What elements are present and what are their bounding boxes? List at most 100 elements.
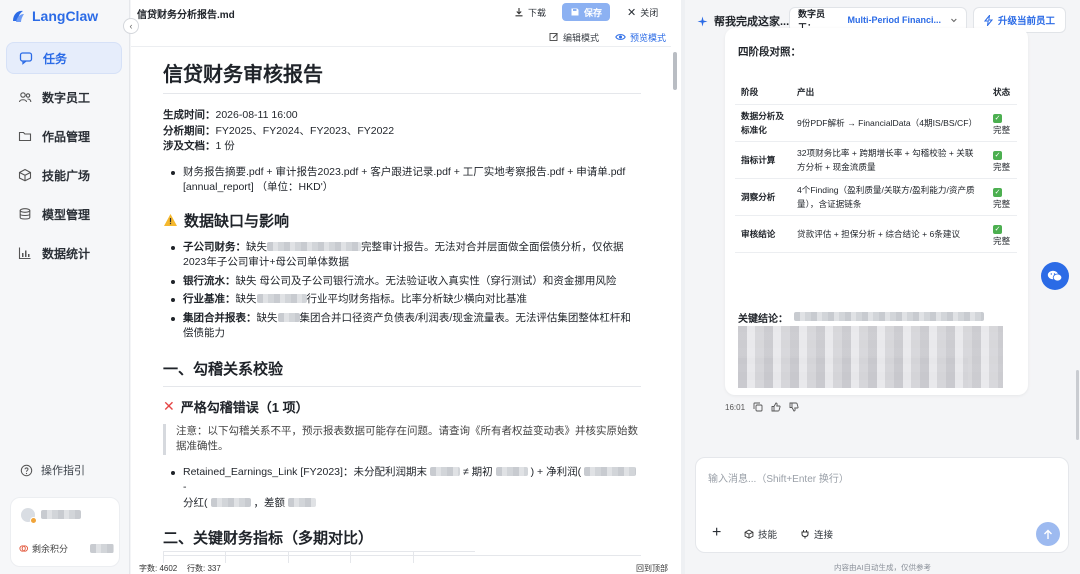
status-cell: ✓完整 bbox=[987, 178, 1017, 216]
sidebar-item-models[interactable]: 模型管理 bbox=[6, 198, 122, 230]
output-cell: 9份PDF解析 → FinancialData（4期IS/BS/CF） bbox=[791, 104, 987, 142]
app-root: LangClaw 任务 数字员工 作品管理 技能广场 模型管理 数据统计 操作指… bbox=[0, 0, 1080, 574]
edit-mode-label: 编辑模式 bbox=[563, 32, 600, 43]
section-heading-data-gaps: 数据缺口与影响 bbox=[163, 210, 641, 231]
status-cell: ✓完整 bbox=[987, 104, 1017, 142]
copy-icon[interactable] bbox=[753, 402, 763, 412]
arrow-up-icon bbox=[1044, 529, 1052, 539]
back-to-top-button[interactable]: 回到顶部 bbox=[636, 563, 668, 574]
chat-input-box: + 技能 连接 bbox=[695, 457, 1069, 553]
meta-value: 1 份 bbox=[215, 140, 235, 152]
save-button[interactable]: 保存 bbox=[562, 3, 611, 21]
sidebar: LangClaw 任务 数字员工 作品管理 技能广场 模型管理 数据统计 操作指… bbox=[0, 0, 130, 574]
sparkle-icon bbox=[697, 16, 708, 26]
table-header-row: 阶段 产出 状态 bbox=[735, 80, 1017, 105]
editor-toolbar: 信贷财务分析报告.md 下载 保存 ✕ 关闭 bbox=[131, 0, 681, 24]
skills-button[interactable]: 技能 bbox=[744, 527, 777, 541]
cube-icon bbox=[744, 529, 754, 539]
save-icon bbox=[571, 8, 579, 16]
send-button[interactable] bbox=[1036, 522, 1060, 546]
redacted-text bbox=[584, 466, 637, 476]
sidebar-item-label: 模型管理 bbox=[42, 207, 91, 222]
sidebar-item-tasks[interactable]: 任务 bbox=[6, 42, 122, 74]
langclaw-logo-icon bbox=[13, 10, 24, 22]
list-item: 银行流水：缺失 母公司及子公司银行流水。无法验证收入真实性（穿行测试）和资金挪用… bbox=[163, 274, 641, 290]
gap-text: 缺失 bbox=[235, 293, 257, 305]
thumbs-down-icon[interactable] bbox=[789, 402, 799, 412]
thumbs-up-icon[interactable] bbox=[771, 402, 781, 412]
help-circle-icon bbox=[20, 464, 33, 476]
plus-icon: + bbox=[712, 524, 722, 541]
chat-panel: 帮我完成这家... 数字员工： Multi-Period Financi... … bbox=[685, 0, 1080, 574]
message-time: 16:01 bbox=[725, 402, 746, 412]
chat-scrollbar-thumb[interactable] bbox=[1076, 370, 1079, 440]
cube-icon bbox=[18, 168, 32, 182]
retained-text: - bbox=[183, 481, 187, 493]
edit-icon bbox=[549, 33, 558, 41]
document-content: 信贷财务审核报告 生成时间：2026-08-11 16:00 分析期间：FY20… bbox=[163, 58, 641, 566]
retained-text: 分红( bbox=[183, 496, 208, 509]
gap-key: 银行流水： bbox=[183, 274, 236, 287]
key-conclusion: 关键结论： bbox=[738, 310, 984, 325]
sidebar-item-works[interactable]: 作品管理 bbox=[6, 120, 122, 152]
plug-icon bbox=[801, 530, 809, 539]
preview-mode-toggle[interactable]: 预览模式 bbox=[615, 30, 666, 44]
redacted-username bbox=[41, 510, 81, 519]
collapse-sidebar-button[interactable]: ‹ bbox=[123, 18, 139, 34]
retained-text: Retained_Earnings_Link [FY2023]：未分配利润期末 bbox=[183, 465, 427, 478]
sidebar-item-label: 技能广场 bbox=[42, 168, 91, 183]
stage-cell: 洞察分析 bbox=[735, 178, 791, 216]
attach-button[interactable]: + bbox=[712, 524, 721, 542]
sidebar-item-digital-employees[interactable]: 数字员工 bbox=[6, 81, 122, 113]
wechat-icon bbox=[1047, 270, 1063, 282]
sidebar-item-label: 作品管理 bbox=[42, 129, 91, 144]
cross-icon: ✕ bbox=[163, 397, 175, 414]
edit-mode-toggle[interactable]: 编辑模式 bbox=[549, 30, 599, 44]
toolbar-divider bbox=[131, 46, 671, 47]
gap-key: 行业基准： bbox=[183, 293, 236, 305]
section-heading-reconciliation: 一、勾稽关系校验 bbox=[163, 358, 641, 387]
skills-label: 技能 bbox=[758, 530, 778, 541]
users-icon bbox=[18, 92, 32, 103]
meta-docs: 涉及文档：1 份 bbox=[163, 139, 641, 155]
gap-text: 缺失 母公司及子公司银行流水。无法验证收入真实性（穿行测试）和资金挪用风险 bbox=[235, 274, 617, 287]
close-label: 关闭 bbox=[640, 7, 659, 18]
meta-period: 分析期间：FY2025、FY2024、FY2023、FY2022 bbox=[163, 124, 641, 140]
download-button[interactable]: 下载 bbox=[506, 3, 554, 21]
logo[interactable]: LangClaw bbox=[10, 8, 98, 24]
check-icon: ✓ bbox=[993, 187, 1002, 197]
output-cell: 32项财务比率 + 跨期增长率 + 勾稽校验 + 关联方分析 + 现金流质量 bbox=[791, 141, 987, 179]
doc-title: 信贷财务审核报告 bbox=[163, 58, 641, 94]
meta-value: FY2025、FY2024、FY2023、FY2022 bbox=[215, 124, 395, 137]
char-count: 字数: 4602 bbox=[139, 564, 178, 573]
sidebar-item-label: 数字员工 bbox=[42, 90, 91, 105]
check-icon: ✓ bbox=[993, 224, 1002, 234]
sidebar-item-skills[interactable]: 技能广场 bbox=[6, 159, 122, 191]
line-count: 行数: 337 bbox=[187, 564, 221, 573]
retained-text: ，差额 bbox=[253, 496, 286, 509]
wechat-support-button[interactable] bbox=[1041, 262, 1069, 290]
gap-key: 集团合并报表： bbox=[183, 311, 257, 324]
employee-value: Multi-Period Financi... bbox=[847, 15, 942, 25]
editor-scrollbar-thumb[interactable] bbox=[673, 52, 677, 90]
message-input[interactable] bbox=[708, 470, 1048, 510]
sidebar-item-label: 数据统计 bbox=[42, 246, 91, 261]
subsection-heading-strict-errors: ✕ 严格勾稽错误（1 项） bbox=[163, 397, 641, 416]
redacted-text bbox=[429, 466, 460, 476]
upgrade-label: 升级当前员工 bbox=[997, 16, 1055, 27]
connect-button[interactable]: 连接 bbox=[800, 527, 833, 541]
eye-icon bbox=[615, 34, 626, 40]
redacted-text bbox=[256, 294, 307, 303]
gap-text: 行业平均财务指标。比率分析缺少横向对比基准 bbox=[306, 293, 528, 305]
key-label: 关键结论： bbox=[738, 314, 788, 325]
status-text: 完整 bbox=[993, 161, 1011, 172]
chat-title: 帮我完成这家... bbox=[697, 13, 789, 29]
output-cell: 4个Finding（盈利质量/关联方/盈利能力/资产质量），含证据链条 bbox=[791, 178, 987, 216]
table-row: 洞察分析 4个Finding（盈利质量/关联方/盈利能力/资产质量），含证据链条… bbox=[735, 178, 1017, 216]
save-label: 保存 bbox=[584, 7, 603, 18]
user-card[interactable]: 剩余积分 bbox=[10, 497, 120, 567]
app-name: LangClaw bbox=[32, 8, 99, 24]
sidebar-item-statistics[interactable]: 数据统计 bbox=[6, 237, 122, 269]
close-button[interactable]: ✕ 关闭 bbox=[619, 3, 666, 21]
operation-guide-link[interactable]: 操作指引 bbox=[20, 462, 85, 478]
